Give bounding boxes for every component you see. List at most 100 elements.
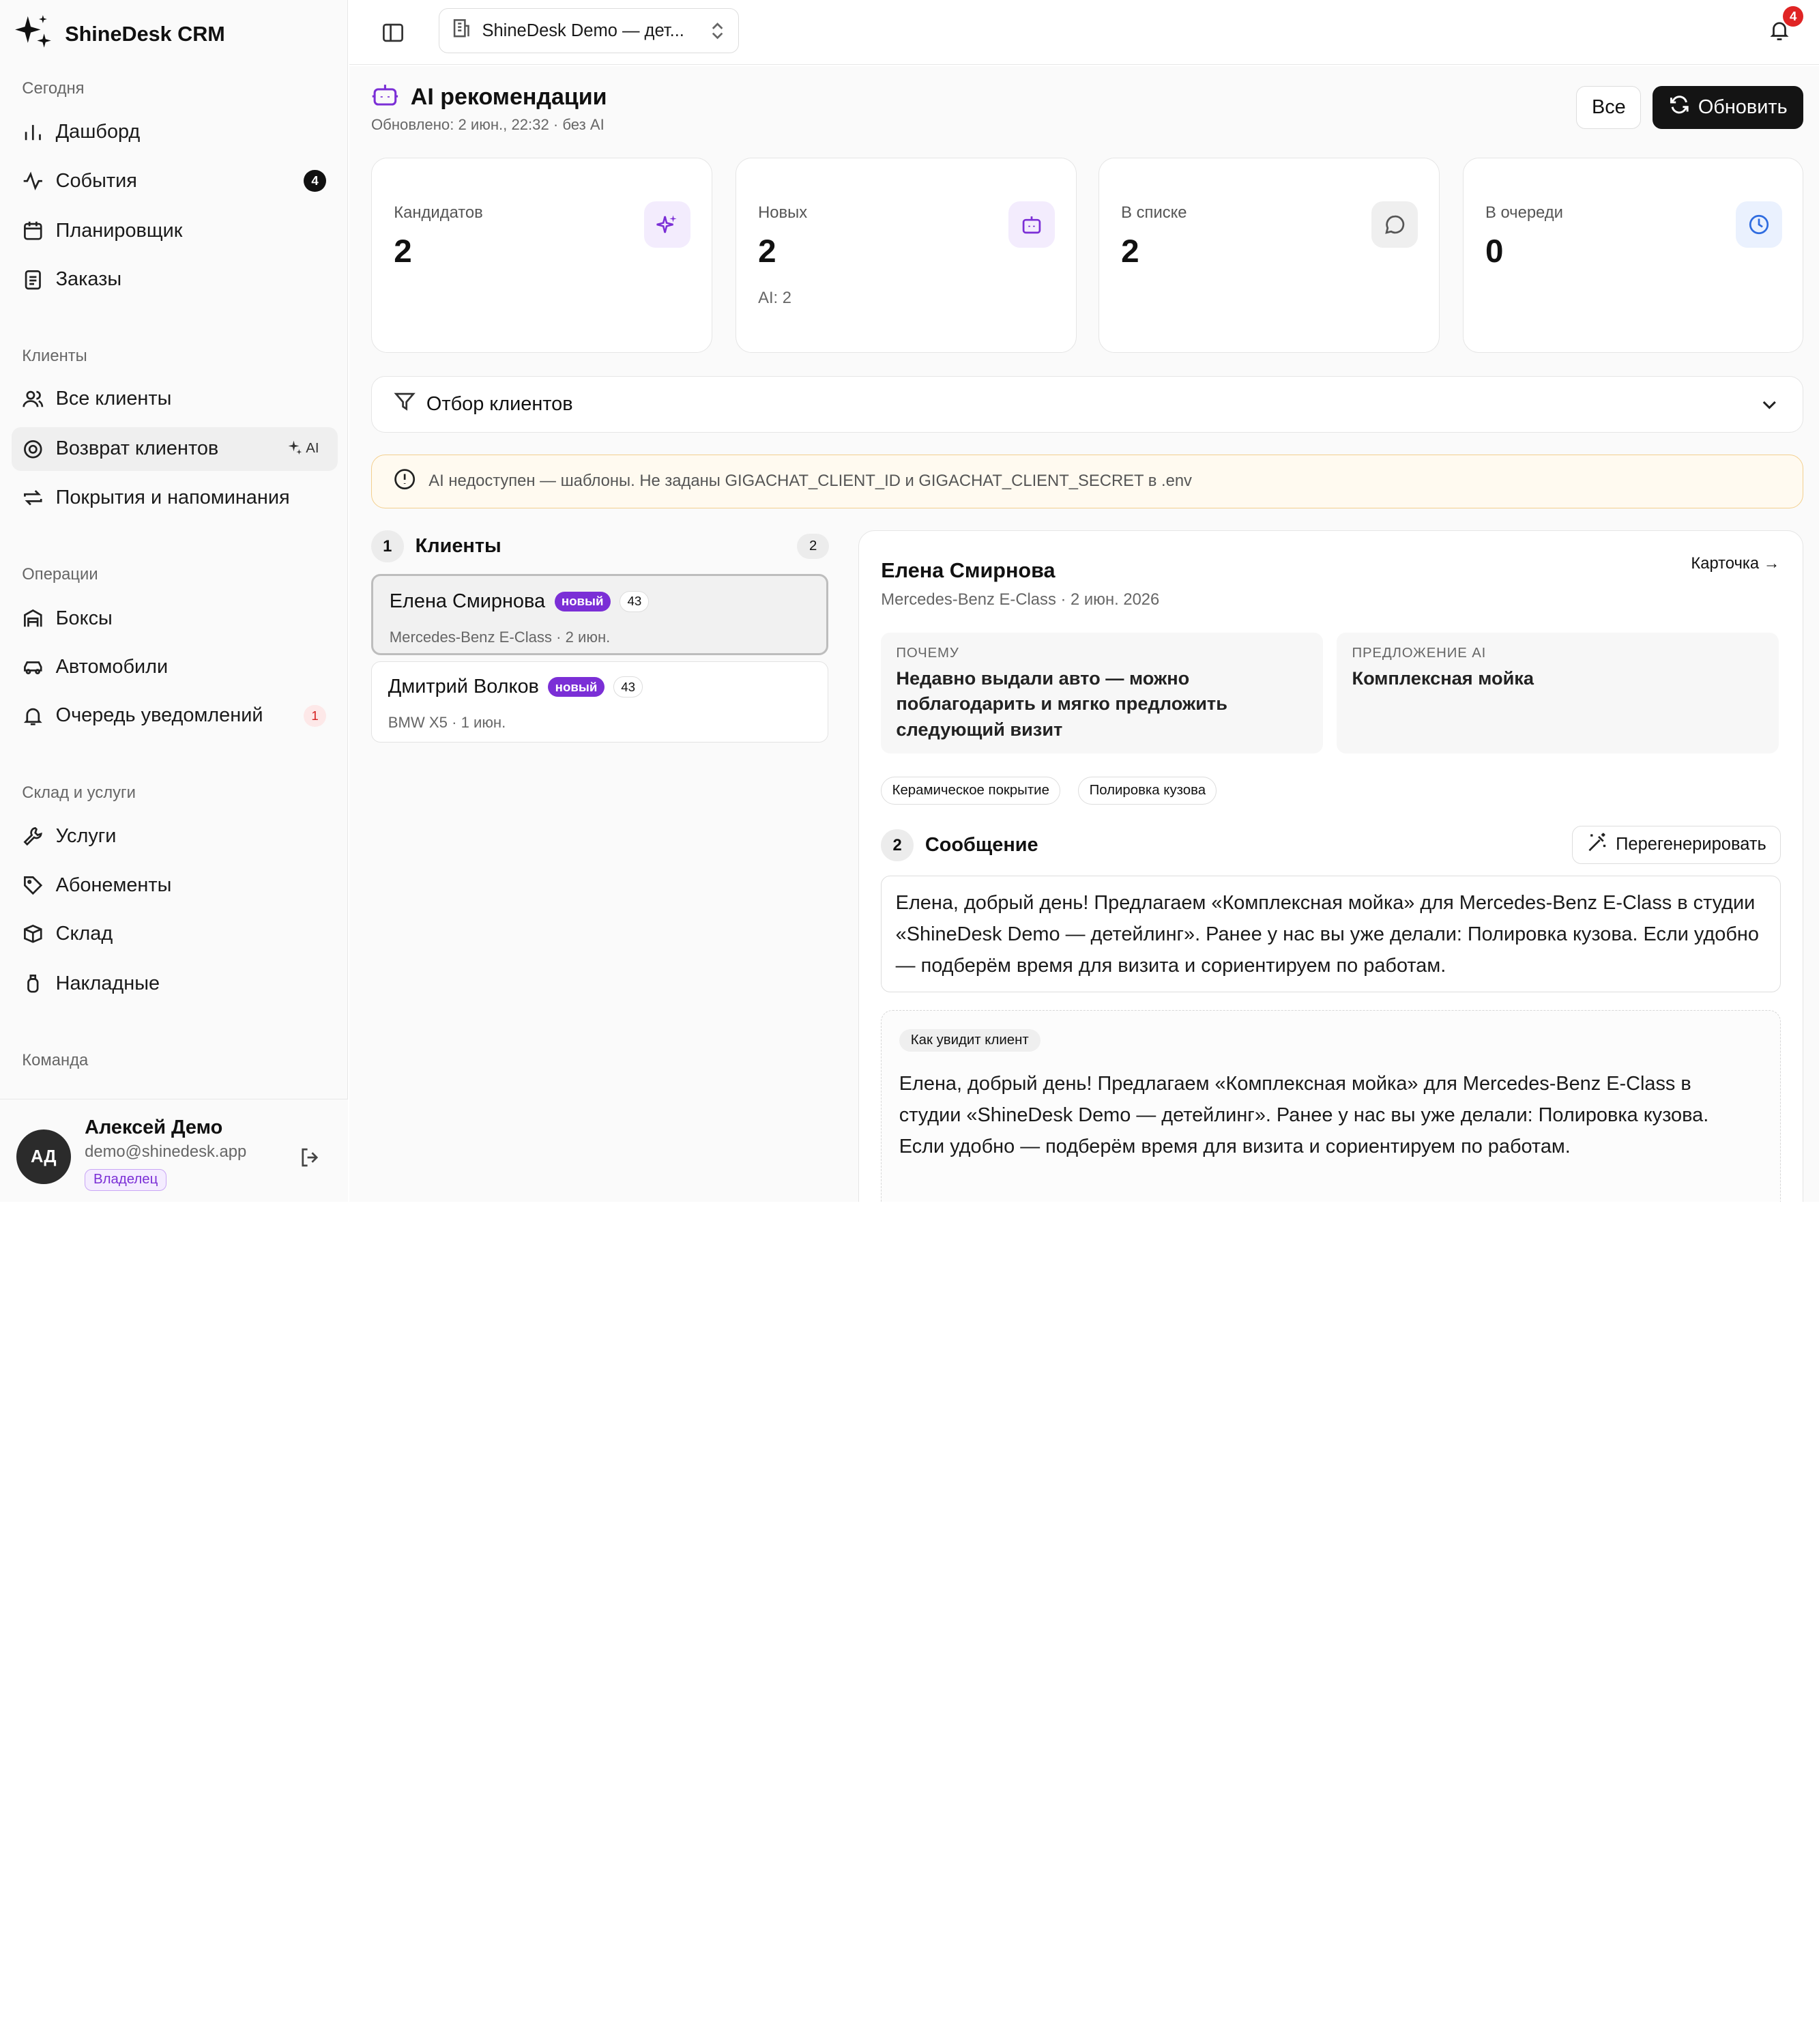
nav-notification-queue[interactable]: Очередь уведомлений 1 — [12, 694, 338, 738]
logout-icon — [298, 1148, 321, 1173]
client-list-item[interactable]: Елена Смирнова новый 43 Mercedes-Benz E-… — [370, 574, 828, 656]
nav-invoices[interactable]: Накладные — [12, 962, 338, 1006]
notifications-badge: 4 — [1782, 5, 1804, 27]
refresh-label: Обновить — [1698, 96, 1788, 118]
regenerate-button[interactable]: Перегенерировать — [1572, 825, 1781, 864]
clients-title: Клиенты — [415, 535, 501, 558]
stat-card-candidates: Кандидатов 2 — [370, 158, 712, 353]
user-role-badge: Владелец — [85, 1168, 167, 1191]
client-name: Елена Смирнова — [389, 590, 546, 612]
message-textarea[interactable]: Елена, добрый день! Предлагаем «Комплекс… — [881, 875, 1781, 993]
nav-label: Услуги — [55, 825, 117, 848]
nav-events[interactable]: События 4 — [12, 159, 338, 203]
bell-icon — [1768, 22, 1791, 46]
client-filter-toggle[interactable]: Отбор клиентов — [370, 375, 1804, 433]
section-operations: Операции — [22, 564, 98, 584]
sparkles-icon — [644, 201, 691, 248]
org-selector[interactable]: ShineDesk Demo — дет... — [438, 8, 739, 54]
nav-stock[interactable]: Склад — [12, 912, 338, 956]
client-meta: BMW X5 · 1 июн. — [388, 714, 506, 732]
nav-label: Возврат клиентов — [55, 437, 219, 460]
nav-label: Дашборд — [55, 121, 141, 143]
stat-value: 2 — [758, 233, 776, 270]
score-tag: 43 — [620, 590, 650, 612]
panel-toggle-button[interactable] — [381, 21, 405, 49]
users-icon — [22, 388, 44, 410]
nav-label: Боксы — [55, 607, 113, 629]
building-icon — [451, 18, 472, 44]
return-icon — [22, 438, 44, 460]
alert-text: AI недоступен — шаблоны. Не заданы GIGAC… — [428, 472, 1192, 491]
package-icon — [22, 923, 44, 945]
sparkles-icon — [287, 440, 302, 459]
section-clients: Клиенты — [22, 347, 87, 366]
section-team: Команда — [22, 1051, 89, 1070]
nav-label: События — [55, 169, 137, 192]
page-subtitle: Обновлено: 2 июн., 22:32 · без AI — [370, 115, 605, 133]
stat-value: 0 — [1485, 233, 1504, 270]
card-link[interactable]: Карточка → — [1691, 554, 1779, 573]
nav-label: Автомобили — [55, 655, 169, 678]
preview-tag: Как увидит клиент — [899, 1029, 1041, 1052]
repeat-icon — [22, 487, 44, 508]
nav-subscriptions[interactable]: Абонементы — [12, 863, 338, 908]
stat-value: 2 — [1121, 233, 1139, 270]
clients-header: 1 Клиенты 2 — [370, 530, 830, 563]
offer-label: ПРЕДЛОЖЕНИЕ AI — [1352, 646, 1487, 661]
nav-dashboard[interactable]: Дашборд — [12, 111, 338, 155]
page-title: AI рекомендации — [410, 84, 607, 111]
service-chip: Керамическое покрытие — [881, 777, 1061, 805]
brand-title: ShineDesk CRM — [65, 23, 225, 46]
robot-icon — [371, 81, 399, 114]
nav-label: Заказы — [55, 268, 122, 291]
client-name: Дмитрий Волков — [388, 676, 539, 698]
new-tag: новый — [554, 591, 611, 611]
nav-boxes[interactable]: Боксы — [12, 596, 338, 641]
filter-label: Отбор клиентов — [426, 392, 573, 415]
avatar[interactable]: АД — [16, 1129, 71, 1184]
all-button[interactable]: Все — [1576, 85, 1642, 129]
refresh-icon — [1669, 94, 1690, 121]
nav-client-return[interactable]: Возврат клиентов AI — [12, 427, 338, 472]
refresh-button[interactable]: Обновить — [1653, 85, 1804, 129]
nav-scheduler[interactable]: Планировщик — [12, 209, 338, 253]
sparkles-logo-icon — [12, 12, 53, 58]
client-detail-panel: Елена Смирнова Mercedes-Benz E-Class · 2… — [858, 530, 1804, 1203]
nav-label: Очередь уведомлений — [55, 704, 263, 727]
activity-icon — [22, 170, 44, 192]
why-label: ПОЧЕМУ — [896, 646, 959, 661]
car-icon — [22, 656, 44, 678]
score-tag: 43 — [613, 676, 643, 698]
message-header: 2 Сообщение — [881, 829, 1038, 862]
nav-orders[interactable]: Заказы — [12, 257, 338, 302]
step-number: 2 — [881, 829, 914, 862]
stat-value: 2 — [394, 233, 412, 270]
logout-button[interactable] — [298, 1146, 321, 1174]
nav-all-clients[interactable]: Все клиенты — [12, 377, 338, 422]
stat-label: Кандидатов — [394, 203, 483, 222]
stat-label: Новых — [758, 203, 808, 222]
brand[interactable]: ShineDesk CRM — [12, 14, 225, 55]
offer-text: Комплексная мойка — [1352, 667, 1534, 689]
clients-count: 2 — [796, 533, 830, 560]
bell-icon — [22, 705, 44, 727]
sidebar-toggle-icon — [381, 23, 405, 48]
nav-cars[interactable]: Автомобили — [12, 645, 338, 689]
regenerate-label: Перегенерировать — [1616, 835, 1766, 854]
nav-coatings[interactable]: Покрытия и напоминания — [12, 476, 338, 520]
stat-card-in-list: В списке 2 — [1098, 158, 1440, 353]
step-number: 1 — [370, 530, 404, 563]
client-name-row: Елена Смирнова новый 43 — [390, 590, 650, 613]
client-list-item[interactable]: Дмитрий Волков новый 43 BMW X5 · 1 июн. — [370, 661, 828, 743]
robot-icon — [1008, 201, 1055, 248]
nav-label: Накладные — [55, 973, 160, 995]
stat-card-queue: В очереди 0 — [1462, 158, 1804, 353]
stat-label: В списке — [1121, 203, 1187, 222]
detail-client-name: Елена Смирнова — [881, 558, 1056, 582]
chevron-down-icon — [1759, 394, 1780, 420]
events-badge: 4 — [304, 170, 326, 192]
nav-services[interactable]: Услуги — [12, 814, 338, 859]
client-preview: Как увидит клиент Елена, добрый день! Пр… — [881, 1009, 1781, 1203]
why-box: ПОЧЕМУ Недавно выдали авто — можно побла… — [881, 633, 1323, 754]
tag-icon — [22, 874, 44, 896]
